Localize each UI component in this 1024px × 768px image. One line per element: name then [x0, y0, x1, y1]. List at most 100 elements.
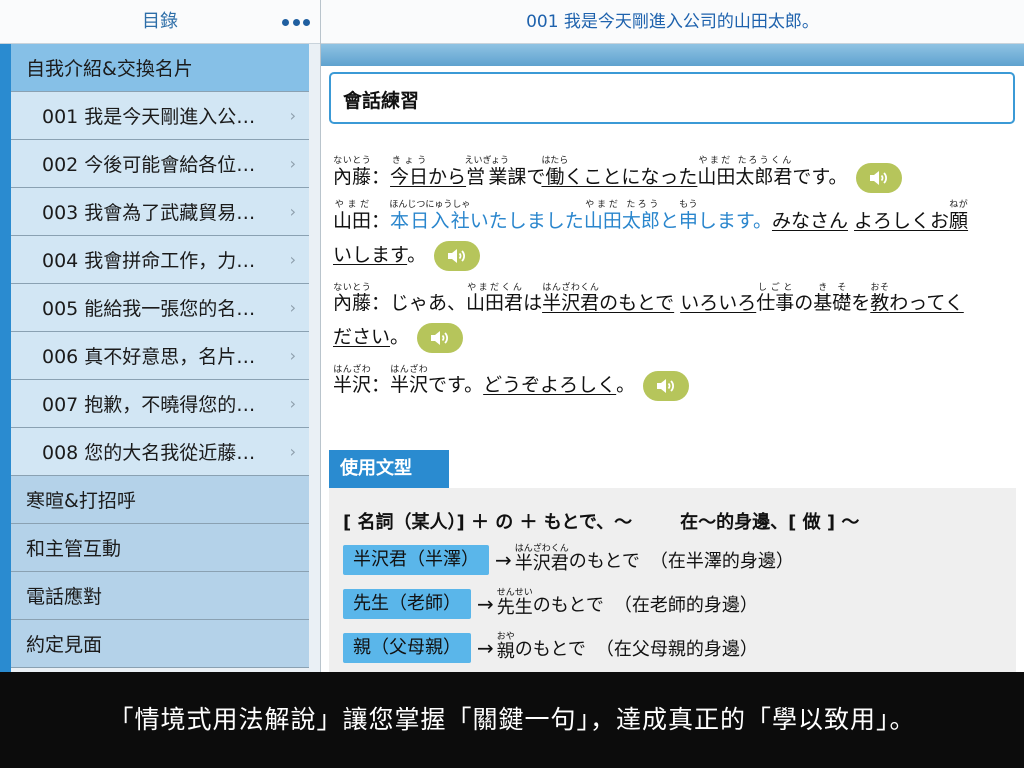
- ruby-reading: ねが: [949, 200, 969, 210]
- toc-lesson-label: 003 我會為了武藏貿易…: [42, 202, 256, 224]
- ruby-reading: はんざわ: [390, 365, 429, 375]
- example-gloss: （在老師的身邊）: [613, 594, 758, 616]
- toc-category-label: 和主管互動: [26, 538, 122, 560]
- pattern-meaning: 在～的身邊、[ 做 ] ～: [680, 512, 860, 533]
- toc-category-label: 寒暄&打招呼: [26, 490, 136, 512]
- dialogue-text: じゃあ、: [390, 292, 467, 314]
- speaker-name: 內藤ないとう: [333, 283, 372, 314]
- underlined-phrase: 教おそわってく: [870, 283, 964, 314]
- speaker-name: 內藤ないとう: [333, 156, 372, 188]
- toc-category-phone[interactable]: 電話應對: [11, 572, 309, 620]
- dialogue-colon: ：: [371, 374, 391, 396]
- example-text: のもとで: [568, 550, 640, 572]
- ruby-reading: ほんじつにゅうしゃ: [389, 200, 471, 210]
- toc-lesson-001[interactable]: 001 我是今天剛進入公… ›: [11, 92, 309, 140]
- dialogue-text: 。: [407, 244, 427, 266]
- dialogue-colon: ：: [371, 210, 391, 232]
- toc-lesson-005[interactable]: 005 能給我一張您的名… ›: [11, 284, 309, 332]
- underlined-phrase: 今日きょうから: [390, 156, 467, 188]
- dialogue-line-2: 山田やまだ：本日入社ほんじつにゅうしゃいたしました山田太郎やまだ たろうと申もう…: [333, 200, 968, 233]
- ruby-base: 山田君: [466, 292, 524, 314]
- grammar-pattern: [ 名詞（某人）] ＋ の ＋ もとで、～ 在～的身邊、[ 做 ] ～: [343, 508, 859, 534]
- underlined-phrase: よろしくお願ねが: [854, 200, 968, 232]
- sidebar-title: 目錄: [142, 11, 178, 32]
- speaker-name: 半沢はんざわ: [333, 365, 372, 396]
- toc-category-label: 電話應對: [26, 586, 103, 608]
- toc-lesson-006[interactable]: 006 真不好意思，名片… ›: [11, 332, 309, 380]
- ruby-reading: きょう: [390, 156, 429, 166]
- underlined-phrase: どうぞよろしく: [483, 374, 617, 396]
- chevron-right-icon: ›: [289, 298, 296, 317]
- underlined-phrase: いろいろ: [680, 292, 757, 314]
- ruby-reading: やまだ たろうくん: [697, 156, 793, 166]
- lesson-title: 001 我是今天剛進入公司的山田太郎。: [526, 12, 819, 32]
- speaker-audio-icon[interactable]: [643, 370, 690, 401]
- underlined-phrase: 働はたらくことになった: [541, 156, 698, 188]
- ruby-base: 親: [496, 641, 515, 662]
- ellipsis-icon[interactable]: [282, 12, 310, 32]
- toc-category-meeting[interactable]: 約定見面: [11, 620, 309, 668]
- usage-example: 親（父母親） → 親おや のもとで （在父母親的身邊）: [343, 632, 758, 663]
- dialogue-line-4: 半沢はんざわ：半沢はんざわです。どうぞよろしく。: [333, 365, 690, 401]
- speaker-audio-icon[interactable]: [434, 240, 481, 271]
- promo-caption: 「情境式用法解說」讓您掌握「關鍵一句」，達成真正的「學以致用」。: [0, 672, 1024, 768]
- dialogue-line-3: 內藤ないとう：じゃあ、山田君やまだくんは半沢君はんざわくんのもとで いろいろ仕事…: [333, 283, 964, 315]
- dialogue-text: は: [523, 292, 543, 314]
- usage-tab: 使用文型: [329, 450, 449, 488]
- arrow-icon: →: [477, 591, 494, 616]
- ruby-reading: やまだ たろう: [583, 200, 660, 210]
- toc-lesson-label: 004 我會拼命工作，力…: [42, 250, 256, 272]
- toc-lesson-007[interactable]: 007 抱歉，不曉得您的… ›: [11, 380, 309, 428]
- example-tag: 親（父母親）: [343, 632, 471, 663]
- ruby-reading: はたら: [541, 156, 569, 166]
- usage-example: 半沢君（半澤） → 半沢君はんざわくん のもとで （在半澤的身邊）: [343, 544, 794, 575]
- ruby-base: 半沢君: [514, 553, 569, 574]
- chevron-right-icon: ›: [289, 154, 296, 173]
- ruby-base: 営業: [464, 166, 509, 188]
- speaker-audio-icon[interactable]: [855, 162, 902, 193]
- ruby-base: 半沢: [390, 374, 429, 396]
- toc-lesson-002[interactable]: 002 今後可能會給各位… ›: [11, 140, 309, 188]
- dialogue-text: です。: [792, 166, 848, 188]
- section-title: 會話練習: [343, 90, 420, 112]
- ruby-reading: はんざわくん: [514, 544, 569, 554]
- toc-lesson-003[interactable]: 003 我會為了武藏貿易… ›: [11, 188, 309, 236]
- sidebar-accent-bar: [0, 44, 11, 672]
- toc-lesson-label: 008 您的大名我從近藤…: [42, 442, 256, 464]
- underlined-phrase: いします: [333, 244, 408, 266]
- toc-category-self-intro[interactable]: 自我介紹&交換名片: [11, 44, 309, 92]
- ruby-base: 仕事: [756, 292, 795, 314]
- dialogue-text: くことになった: [564, 166, 698, 188]
- dialogue-text: のもとで: [599, 292, 675, 314]
- ruby-reading: はんざわくん: [542, 283, 600, 293]
- speaker-name: 山田やまだ: [333, 200, 372, 232]
- chevron-right-icon: ›: [289, 106, 296, 125]
- ruby-base: 半沢: [333, 374, 372, 396]
- dialogue-text: わってく: [889, 292, 964, 314]
- lesson-detail: 001 我是今天剛進入公司的山田太郎。 會話練習 內藤ないとう：今日きょうから営…: [321, 0, 1024, 672]
- toc-category-greetings[interactable]: 寒暄&打招呼: [11, 476, 309, 524]
- arrow-icon: →: [495, 547, 512, 572]
- dialogue-line-2-cont: いします。: [333, 240, 481, 271]
- chevron-right-icon: ›: [289, 250, 296, 269]
- dialogue-text: から: [428, 166, 467, 188]
- ruby-reading: きそ: [813, 283, 852, 293]
- example-gloss: （在半澤的身邊）: [649, 550, 794, 572]
- ruby-base: 山田太郎君: [697, 166, 793, 188]
- toc-lesson-008[interactable]: 008 您的大名我從近藤… ›: [11, 428, 309, 476]
- dialogue-text: の: [794, 292, 814, 314]
- dialogue-colon: ：: [371, 166, 391, 188]
- underlined-phrase: ださい: [333, 326, 391, 348]
- toc-category-boss[interactable]: 和主管互動: [11, 524, 309, 572]
- ruby-base: 先生: [496, 597, 533, 618]
- usage-example: 先生（老師） → 先生せんせい のもとで （在老師的身邊）: [343, 588, 758, 619]
- toc-lesson-label: 001 我是今天剛進入公…: [42, 106, 256, 128]
- ruby-reading: おや: [496, 632, 515, 642]
- toc-lesson-label: 002 今後可能會給各位…: [42, 154, 256, 176]
- speaker-audio-icon[interactable]: [417, 322, 464, 353]
- toc-list: 自我介紹&交換名片 001 我是今天剛進入公… › 002 今後可能會給各位… › …: [11, 44, 309, 668]
- chevron-right-icon: ›: [289, 442, 296, 461]
- toc-lesson-004[interactable]: 004 我會拼命工作，力… ›: [11, 236, 309, 284]
- dialogue-text: 課で: [507, 166, 546, 188]
- ruby-base: 教: [870, 292, 890, 314]
